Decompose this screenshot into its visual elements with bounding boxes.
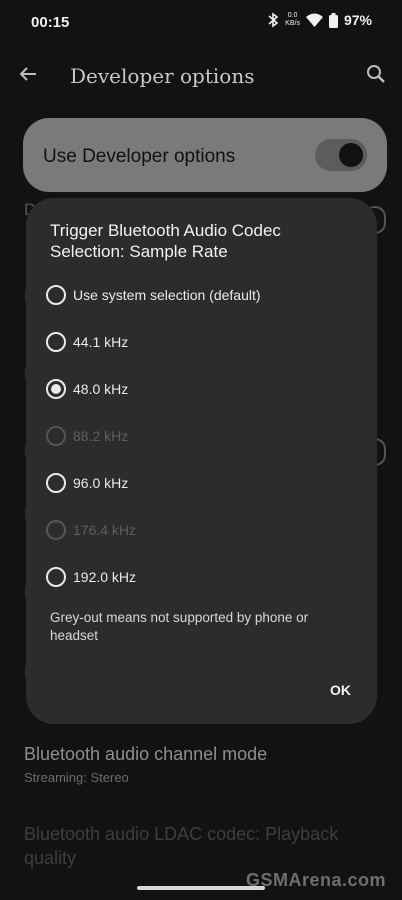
use-developer-options-switch[interactable]: [315, 139, 367, 171]
list-item-ldac-quality[interactable]: Bluetooth audio LDAC codec: Playback qua…: [24, 822, 384, 870]
sample-rate-dialog: Trigger Bluetooth Audio Codec Selection:…: [26, 198, 377, 724]
list-item-channel-mode[interactable]: Bluetooth audio channel mode Streaming: …: [24, 742, 384, 785]
option-96-0-khz[interactable]: 96.0 kHz: [46, 469, 356, 497]
option-48-0-khz[interactable]: 48.0 kHz: [46, 375, 356, 403]
network-speed: 0.0 KB/s: [285, 12, 300, 27]
option-label: 192.0 kHz: [73, 569, 137, 585]
radio-button-disabled: [46, 426, 66, 446]
status-bar: 00:15 0.0 KB/s 97%: [0, 0, 402, 46]
dialog-note: Grey-out means not supported by phone or…: [50, 610, 309, 643]
option-label: 44.1 kHz: [73, 334, 129, 350]
option-label: Use system selection (default): [73, 287, 261, 303]
top-app-bar: Developer options: [0, 46, 402, 104]
battery-percentage: 97%: [343, 12, 372, 28]
option-system-default[interactable]: Use system selection (default): [46, 281, 356, 309]
wifi-icon: [305, 13, 323, 27]
option-192-0-khz[interactable]: 192.0 kHz: [46, 563, 356, 591]
radio-button[interactable]: [46, 285, 66, 305]
use-developer-options-card[interactable]: Use Developer options: [23, 118, 387, 192]
search-icon[interactable]: [366, 64, 386, 84]
list-item-title: Bluetooth audio LDAC codec: Playback qua…: [24, 824, 339, 868]
option-88-2-khz: 88.2 kHz: [46, 422, 356, 450]
option-176-4-khz: 176.4 kHz: [46, 516, 356, 544]
option-label: 176.4 kHz: [73, 522, 137, 538]
list-item-subtitle: Streaming: Stereo: [24, 770, 129, 785]
radio-button-selected[interactable]: [46, 379, 66, 399]
battery-icon: [328, 12, 338, 28]
back-arrow-icon[interactable]: [16, 62, 40, 86]
gesture-navigation-bar[interactable]: [137, 886, 265, 890]
status-time: 00:15: [31, 14, 70, 31]
radio-button[interactable]: [46, 567, 66, 587]
option-44-1-khz[interactable]: 44.1 kHz: [46, 328, 356, 356]
use-developer-options-label: Use Developer options: [43, 146, 236, 167]
status-icons: 0.0 KB/s 97%: [267, 12, 372, 28]
switch-thumb: [339, 143, 363, 167]
list-item-title: Bluetooth audio channel mode: [24, 744, 268, 764]
radio-button[interactable]: [46, 473, 66, 493]
dialog-title: Trigger Bluetooth Audio Codec Selection:…: [50, 221, 281, 261]
ok-button[interactable]: OK: [330, 682, 351, 698]
watermark: GSMArena.com: [245, 870, 386, 890]
option-label: 48.0 kHz: [73, 381, 129, 397]
bluetooth-icon: [267, 12, 279, 28]
radio-button-disabled: [46, 520, 66, 540]
option-label: 88.2 kHz: [73, 428, 129, 444]
option-label: 96.0 kHz: [73, 475, 129, 491]
radio-button[interactable]: [46, 332, 66, 352]
page-title: Developer options: [70, 64, 255, 88]
